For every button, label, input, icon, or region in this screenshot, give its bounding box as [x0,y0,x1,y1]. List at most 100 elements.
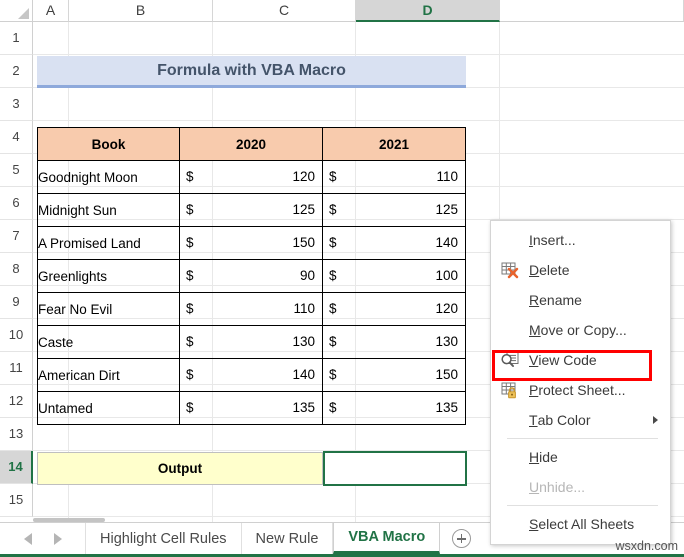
cell-2021-3[interactable]: $100 [322,259,466,293]
table-row[interactable]: Caste $130 $130 [37,325,466,359]
cell-2021-1[interactable]: $125 [322,193,466,227]
table-row[interactable]: Goodnight Moon $120 $110 [37,160,466,194]
currency-symbol: $ [186,301,194,316]
cell-book-7[interactable]: Untamed [37,391,180,425]
accel-key: V [529,352,539,368]
cell-book-3[interactable]: Greenlights [37,259,180,293]
row-header-column: 1 2 3 4 5 6 7 8 9 10 11 12 13 14 15 [0,22,33,517]
amount-value: 140 [292,367,315,382]
table-header-2021: 2021 [322,127,466,161]
context-menu-label-tab-color: ab Color [537,412,591,428]
accel-key: M [529,322,541,338]
column-header-overflow[interactable] [500,0,684,22]
currency-symbol: $ [186,367,194,382]
cell-2020-7[interactable]: $135 [179,391,323,425]
row-header-15[interactable]: 15 [0,484,33,517]
sheet-tab-vba-macro[interactable]: VBA Macro [333,523,441,554]
row-header-13[interactable]: 13 [0,418,33,451]
row-header-1[interactable]: 1 [0,22,33,55]
accel-key: U [529,479,540,495]
accel-key: S [529,516,539,532]
row-header-3[interactable]: 3 [0,88,33,121]
context-menu-label-delete: elete [539,262,570,278]
table-row[interactable]: Midnight Sun $125 $125 [37,193,466,227]
row-header-12[interactable]: 12 [0,385,33,418]
currency-symbol: $ [186,235,194,250]
table-row[interactable]: Greenlights $90 $100 [37,259,466,293]
cell-2020-0[interactable]: $120 [179,160,323,194]
amount-value: 120 [435,301,458,316]
output-label-cell[interactable]: Output [37,452,323,485]
row-header-5[interactable]: 5 [0,154,33,187]
row-header-9[interactable]: 9 [0,286,33,319]
cell-2021-6[interactable]: $150 [322,358,466,392]
column-header-a[interactable]: A [33,0,69,22]
amount-value: 150 [292,235,315,250]
currency-symbol: $ [329,169,337,184]
cell-2021-7[interactable]: $135 [322,391,466,425]
sheet-tab-highlight-cell-rules[interactable]: Highlight Cell Rules [86,523,242,554]
table-row[interactable]: Untamed $135 $135 [37,391,466,425]
cell-2021-2[interactable]: $140 [322,226,466,260]
amount-value: 125 [292,202,315,217]
accel-key: T [529,412,538,428]
context-menu-item-hide[interactable]: Hide [491,442,670,472]
table-row[interactable]: Fear No Evil $110 $120 [37,292,466,326]
cell-book-0[interactable]: Goodnight Moon [37,160,180,194]
context-menu-item-move-or-copy[interactable]: Move or Copy... [491,315,670,345]
row-header-11[interactable]: 11 [0,352,33,385]
cell-book-2[interactable]: A Promised Land [37,226,180,260]
accel-key: H [529,449,540,465]
row-header-8[interactable]: 8 [0,253,33,286]
amount-value: 135 [292,400,315,415]
amount-value: 135 [435,400,458,415]
column-header-c[interactable]: C [213,0,356,22]
cell-2020-4[interactable]: $110 [179,292,323,326]
context-menu-item-select-all-sheets[interactable]: Select All Sheets [491,509,670,539]
row-header-6[interactable]: 6 [0,187,33,220]
table-row[interactable]: American Dirt $140 $150 [37,358,466,392]
context-menu-item-delete[interactable]: Delete [491,255,670,285]
previous-sheet-arrow-icon[interactable] [23,532,32,545]
currency-symbol: $ [186,400,194,415]
cell-2021-4[interactable]: $120 [322,292,466,326]
selected-cell-d14[interactable] [323,451,467,486]
select-all-corner[interactable] [0,0,33,22]
currency-symbol: $ [186,202,194,217]
column-header-d[interactable]: D [356,0,500,22]
row-header-7[interactable]: 7 [0,220,33,253]
row-header-4[interactable]: 4 [0,121,33,154]
cell-2020-5[interactable]: $130 [179,325,323,359]
cell-book-5[interactable]: Caste [37,325,180,359]
row-header-2[interactable]: 2 [0,55,33,88]
currency-symbol: $ [329,334,337,349]
cell-2021-0[interactable]: $110 [322,160,466,194]
cell-book-6[interactable]: American Dirt [37,358,180,392]
amount-value: 125 [435,202,458,217]
column-header-b[interactable]: B [69,0,213,22]
horizontal-scrollbar[interactable] [33,518,105,522]
book-price-table: Book 2020 2021 Goodnight Moon $120 $110 … [37,127,466,425]
context-menu-item-rename[interactable]: Rename [491,285,670,315]
context-menu-item-view-code[interactable]: View Code [491,345,670,375]
sheet-tab-context-menu[interactable]: Insert... Delete Rename Move or Copy... [490,220,671,545]
context-menu-item-insert[interactable]: Insert... [491,225,670,255]
cell-2020-6[interactable]: $140 [179,358,323,392]
sheet-nav-arrows[interactable] [0,523,86,554]
table-row[interactable]: A Promised Land $150 $140 [37,226,466,260]
add-sheet-button[interactable] [440,523,482,554]
cell-2020-2[interactable]: $150 [179,226,323,260]
row-header-14[interactable]: 14 [0,451,33,484]
context-menu-label-protect-sheet: rotect Sheet... [538,382,626,398]
worksheet-title-banner: Formula with VBA Macro [37,56,466,88]
cell-2020-1[interactable]: $125 [179,193,323,227]
cell-book-4[interactable]: Fear No Evil [37,292,180,326]
sheet-tab-new-rule[interactable]: New Rule [241,523,334,554]
cell-2021-5[interactable]: $130 [322,325,466,359]
context-menu-item-tab-color[interactable]: Tab Color [491,405,670,435]
cell-book-1[interactable]: Midnight Sun [37,193,180,227]
next-sheet-arrow-icon[interactable] [53,532,62,545]
row-header-10[interactable]: 10 [0,319,33,352]
cell-2020-3[interactable]: $90 [179,259,323,293]
context-menu-item-protect-sheet[interactable]: Protect Sheet... [491,375,670,405]
